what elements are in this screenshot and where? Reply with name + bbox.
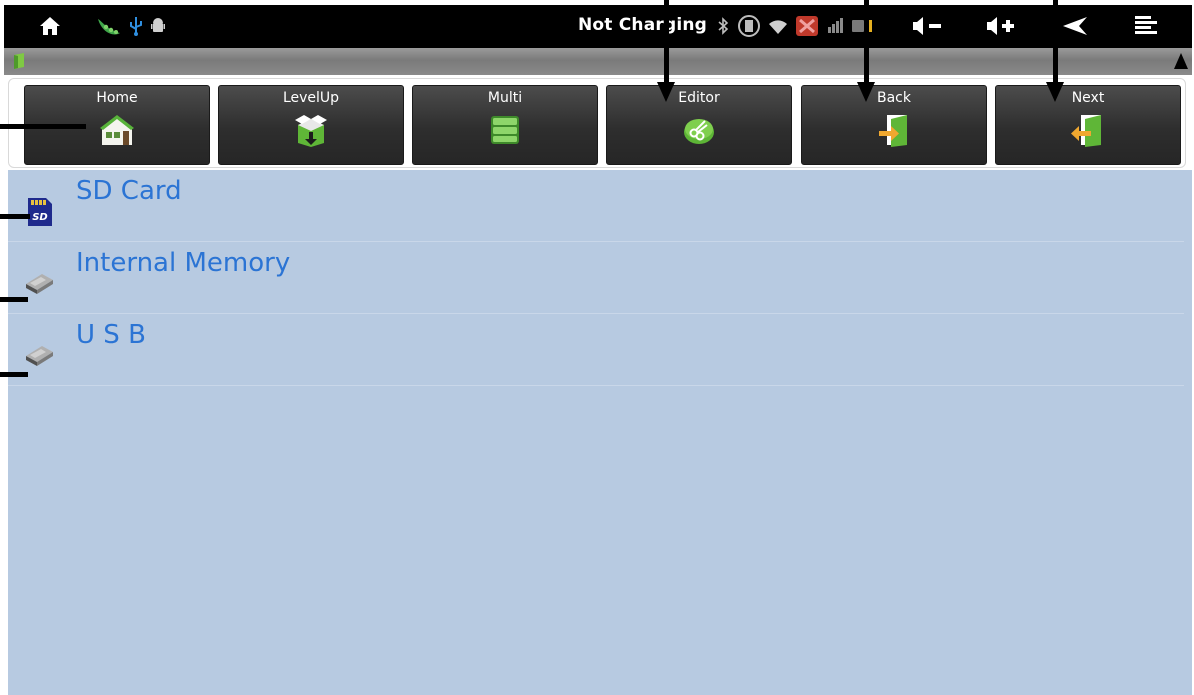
bluetooth-icon xyxy=(716,13,730,39)
back-arrow-icon[interactable] xyxy=(1060,13,1090,39)
annotation-arrowhead xyxy=(1046,82,1064,102)
scissors-icon xyxy=(684,119,714,144)
signal-bars-icon xyxy=(826,13,846,39)
sd-card-icon: SD xyxy=(28,198,52,226)
levelup-button-label: LevelUp xyxy=(282,90,340,106)
home-icon[interactable] xyxy=(38,13,62,39)
battery-icon xyxy=(850,13,876,39)
drive-icon xyxy=(26,346,53,366)
annotation-arrowhead xyxy=(857,82,875,102)
drive-icon xyxy=(26,274,53,294)
multi-button-label: Multi xyxy=(487,90,523,106)
annotation-arrowhead xyxy=(657,82,675,102)
next-button-label: Next xyxy=(1071,90,1105,106)
screen-rotate-icon xyxy=(736,13,762,39)
house-icon xyxy=(100,115,134,145)
annotation-pointer xyxy=(0,214,30,219)
menu-icon[interactable] xyxy=(1132,13,1160,39)
charging-status-text: Not Charging xyxy=(578,15,708,35)
title-strip xyxy=(4,48,1192,75)
editor-button[interactable]: Editor xyxy=(606,85,792,165)
back-button-label: Back xyxy=(877,90,911,106)
back-button[interactable]: Back xyxy=(801,85,987,165)
storage-list: SD SD Card Internal Memory U S B xyxy=(8,170,1192,695)
sd-card-label: SD Card xyxy=(76,176,182,206)
android-debug-icon xyxy=(150,13,166,39)
list-item-usb[interactable]: U S B xyxy=(8,314,1184,386)
internal-memory-label: Internal Memory xyxy=(76,248,291,278)
editor-button-label: Editor xyxy=(678,90,720,106)
volume-up-icon[interactable] xyxy=(984,13,1018,39)
list-item-sd-card[interactable]: SD SD Card xyxy=(8,170,1184,242)
pea-pod-icon xyxy=(96,13,122,39)
multi-button[interactable]: Multi xyxy=(412,85,598,165)
box-up-icon xyxy=(295,115,327,147)
scroll-up-arrow-icon[interactable] xyxy=(1174,53,1188,69)
usb-icon xyxy=(128,13,144,39)
annotation-pointer xyxy=(864,0,869,84)
app-icon xyxy=(14,53,24,69)
annotation-pointer xyxy=(0,372,28,377)
screen: Not Charging Home LevelUp Multi Editor B… xyxy=(0,0,1194,695)
volume-down-icon[interactable] xyxy=(910,13,944,39)
next-button[interactable]: Next xyxy=(995,85,1181,165)
annotation-pointer xyxy=(0,297,28,302)
annotation-pointer xyxy=(0,124,86,129)
svg-text:SD: SD xyxy=(32,212,48,223)
levelup-button[interactable]: LevelUp xyxy=(218,85,404,165)
annotation-pointer xyxy=(1053,0,1058,84)
annotation-pointer xyxy=(664,0,669,84)
home-button-label: Home xyxy=(96,90,138,106)
list-item-internal-memory[interactable]: Internal Memory xyxy=(8,242,1184,314)
multi-list-icon xyxy=(491,116,519,144)
toolbar: Home LevelUp Multi Editor Back Next xyxy=(8,78,1186,168)
door-next-icon xyxy=(1071,115,1101,147)
status-bar: Not Charging xyxy=(4,5,1192,48)
no-signal-icon xyxy=(794,13,820,39)
wifi-icon xyxy=(766,13,790,39)
usb-label: U S B xyxy=(76,320,146,350)
door-back-icon xyxy=(879,115,907,147)
